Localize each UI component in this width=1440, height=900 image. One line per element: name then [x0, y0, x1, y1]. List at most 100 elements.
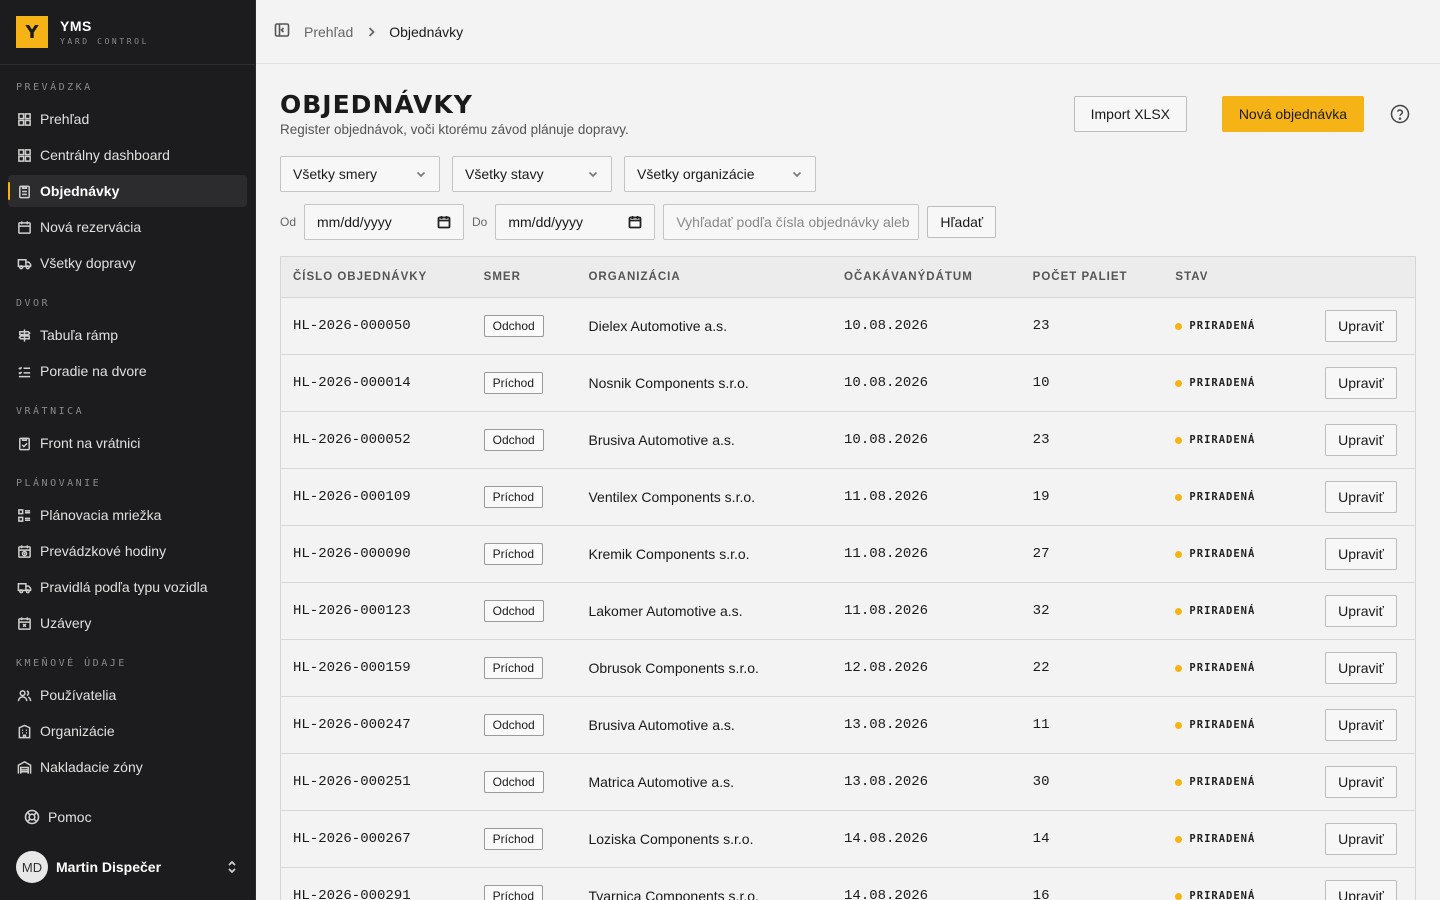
- table-row[interactable]: HL-2026-000159 Príchod Obrusok Component…: [281, 640, 1415, 697]
- sidebar-item-vsetky-dopravy[interactable]: Všetky dopravy: [8, 247, 247, 279]
- sidebar-item-tabula-ramp[interactable]: Tabuľa rámp: [8, 319, 247, 351]
- page-subtitle: Register objednávok, voči ktorému závod …: [280, 122, 629, 137]
- sidebar-item-objednavky[interactable]: Objednávky: [8, 175, 247, 207]
- table-row[interactable]: HL-2026-000014 Príchod Nosnik Components…: [281, 355, 1415, 412]
- date-from-input[interactable]: mm/dd/yyyy: [304, 204, 465, 240]
- table-row[interactable]: HL-2026-000123 Odchod Lakomer Automotive…: [281, 583, 1415, 640]
- edit-button[interactable]: Upraviť: [1325, 766, 1397, 798]
- edit-button[interactable]: Upraviť: [1325, 538, 1397, 570]
- grid-icon: [16, 111, 32, 127]
- date-to-input[interactable]: mm/dd/yyyy: [495, 204, 656, 240]
- pallet-count: 14: [1032, 831, 1050, 847]
- column-header[interactable]: SMER: [472, 271, 577, 283]
- help-link[interactable]: Pomoc: [0, 800, 255, 834]
- sidebar-item-pouzivatelia[interactable]: Používatelia: [8, 679, 247, 711]
- list-check-icon: [16, 363, 32, 379]
- direction-badge: Príchod: [483, 828, 544, 850]
- status-dot-icon: [1175, 835, 1183, 843]
- column-header[interactable]: POČET PALIET: [1021, 271, 1164, 283]
- sidebar-item-front-na-vratnici[interactable]: Front na vrátnici: [8, 427, 247, 459]
- order-number: HL-2026-000014: [293, 375, 411, 391]
- search-button[interactable]: Hľadať: [927, 206, 997, 238]
- calendar-icon: [628, 216, 642, 229]
- order-number: HL-2026-000052: [293, 432, 411, 448]
- brand[interactable]: Y YMS YARD CONTROL: [0, 0, 255, 65]
- sidebar-item-nova-rezervacia[interactable]: Nová rezervácia: [8, 211, 247, 243]
- sidebar-item-pravidla-podla-typu-vozidla[interactable]: Pravidlá podľa typu vozidla: [8, 571, 247, 603]
- status-label: PRIRADENÁ: [1189, 890, 1256, 900]
- edit-button[interactable]: Upraviť: [1325, 823, 1397, 855]
- chevrons-up-down-icon: [228, 860, 236, 874]
- expected-date: 13.08.2026: [844, 774, 929, 790]
- table-row[interactable]: HL-2026-000251 Odchod Matrica Automotive…: [281, 754, 1415, 811]
- status-dot-icon: [1175, 436, 1183, 444]
- column-header[interactable]: ORGANIZÁCIA: [576, 271, 832, 283]
- edit-button[interactable]: Upraviť: [1325, 424, 1397, 456]
- column-header[interactable]: STAV: [1163, 271, 1313, 283]
- status-badge: PRIRADENÁ: [1175, 719, 1313, 731]
- table-row[interactable]: HL-2026-000050 Odchod Dielex Automotive …: [281, 298, 1415, 355]
- table-row[interactable]: HL-2026-000052 Odchod Brusiva Automotive…: [281, 412, 1415, 469]
- expected-date: 14.08.2026: [844, 888, 929, 900]
- sidebar-item-uzavery[interactable]: Uzávery: [8, 607, 247, 639]
- edit-button[interactable]: Upraviť: [1325, 652, 1397, 684]
- date-to-label: Do: [472, 215, 488, 229]
- search-input[interactable]: Vyhľadať podľa čísla objednávky aleb: [663, 204, 920, 240]
- sidebar-item-prehlad[interactable]: Prehľad: [8, 103, 247, 135]
- sidebar-item-rampy[interactable]: Rampy: [8, 787, 247, 798]
- table-row[interactable]: HL-2026-000247 Odchod Brusiva Automotive…: [281, 697, 1415, 754]
- order-number: HL-2026-000109: [293, 489, 411, 505]
- status-dot-icon: [1175, 379, 1183, 387]
- avatar: MD: [16, 851, 48, 883]
- table-row[interactable]: HL-2026-000090 Príchod Kremik Components…: [281, 526, 1415, 583]
- status-badge: PRIRADENÁ: [1175, 377, 1313, 389]
- calendar-icon: [437, 216, 451, 229]
- sidebar-item-planovacia-mriezka[interactable]: Plánovacia mriežka: [8, 499, 247, 531]
- expected-date: 14.08.2026: [844, 831, 929, 847]
- sidebar: Y YMS YARD CONTROL PREVÁDZKA Prehľad Cen…: [0, 0, 256, 900]
- import-xlsx-button[interactable]: Import XLSX: [1073, 96, 1187, 132]
- sidebar-toggle-icon[interactable]: [274, 22, 290, 41]
- column-header[interactable]: ČÍSLO OBJEDNÁVKY: [281, 271, 472, 283]
- breadcrumb-parent[interactable]: Prehľad: [304, 24, 353, 40]
- topbar: Prehľad Objednávky: [256, 0, 1440, 64]
- table-row[interactable]: HL-2026-000291 Príchod Tyarnica Componen…: [281, 868, 1415, 900]
- new-order-button[interactable]: Nová objednávka: [1221, 96, 1364, 132]
- sidebar-item-label: Poradie na dvore: [40, 363, 147, 379]
- order-number: HL-2026-000267: [293, 831, 411, 847]
- sidebar-item-label: Nakladacie zóny: [40, 759, 143, 775]
- edit-button[interactable]: Upraviť: [1325, 595, 1397, 627]
- organization-name: Tyarnica Components s.r.o.: [588, 888, 759, 900]
- expected-date: 11.08.2026: [844, 546, 929, 562]
- edit-button[interactable]: Upraviť: [1325, 310, 1397, 342]
- order-number: HL-2026-000159: [293, 660, 411, 676]
- direction-select[interactable]: Všetky smery: [280, 156, 440, 192]
- chevron-right-icon: [365, 26, 377, 38]
- sidebar-item-nakladacie-zony[interactable]: Nakladacie zóny: [8, 751, 247, 783]
- status-label: PRIRADENÁ: [1189, 719, 1256, 731]
- table-row[interactable]: HL-2026-000267 Príchod Loziska Component…: [281, 811, 1415, 868]
- direction-badge: Príchod: [483, 372, 544, 394]
- edit-button[interactable]: Upraviť: [1325, 367, 1397, 399]
- status-dot-icon: [1175, 664, 1183, 672]
- truck-icon: [16, 255, 32, 271]
- help-circle-icon[interactable]: [1390, 104, 1410, 127]
- status-label: PRIRADENÁ: [1189, 491, 1256, 503]
- pallet-count: 27: [1032, 546, 1050, 562]
- column-header[interactable]: OČAKÁVANÝDÁTUM: [832, 271, 1021, 283]
- edit-button[interactable]: Upraviť: [1325, 880, 1397, 900]
- pallet-count: 23: [1032, 318, 1050, 334]
- sidebar-item-label: Používatelia: [40, 687, 117, 703]
- sidebar-item-label: Objednávky: [40, 183, 120, 199]
- sidebar-item-prevadzkove-hodiny[interactable]: Prevádzkové hodiny: [8, 535, 247, 567]
- table-row[interactable]: HL-2026-000109 Príchod Ventilex Componen…: [281, 469, 1415, 526]
- user-menu[interactable]: MD Martin Dispečer: [0, 834, 255, 900]
- sidebar-item-poradie-na-dvore[interactable]: Poradie na dvore: [8, 355, 247, 387]
- sidebar-item-organizacie[interactable]: Organizácie: [8, 715, 247, 747]
- sidebar-item-label: Nová rezervácia: [40, 219, 142, 235]
- sidebar-item-centralny-dashboard[interactable]: Centrálny dashboard: [8, 139, 247, 171]
- edit-button[interactable]: Upraviť: [1325, 481, 1397, 513]
- edit-button[interactable]: Upraviť: [1325, 709, 1397, 741]
- organization-select[interactable]: Všetky organizácie: [624, 156, 816, 192]
- status-select[interactable]: Všetky stavy: [452, 156, 612, 192]
